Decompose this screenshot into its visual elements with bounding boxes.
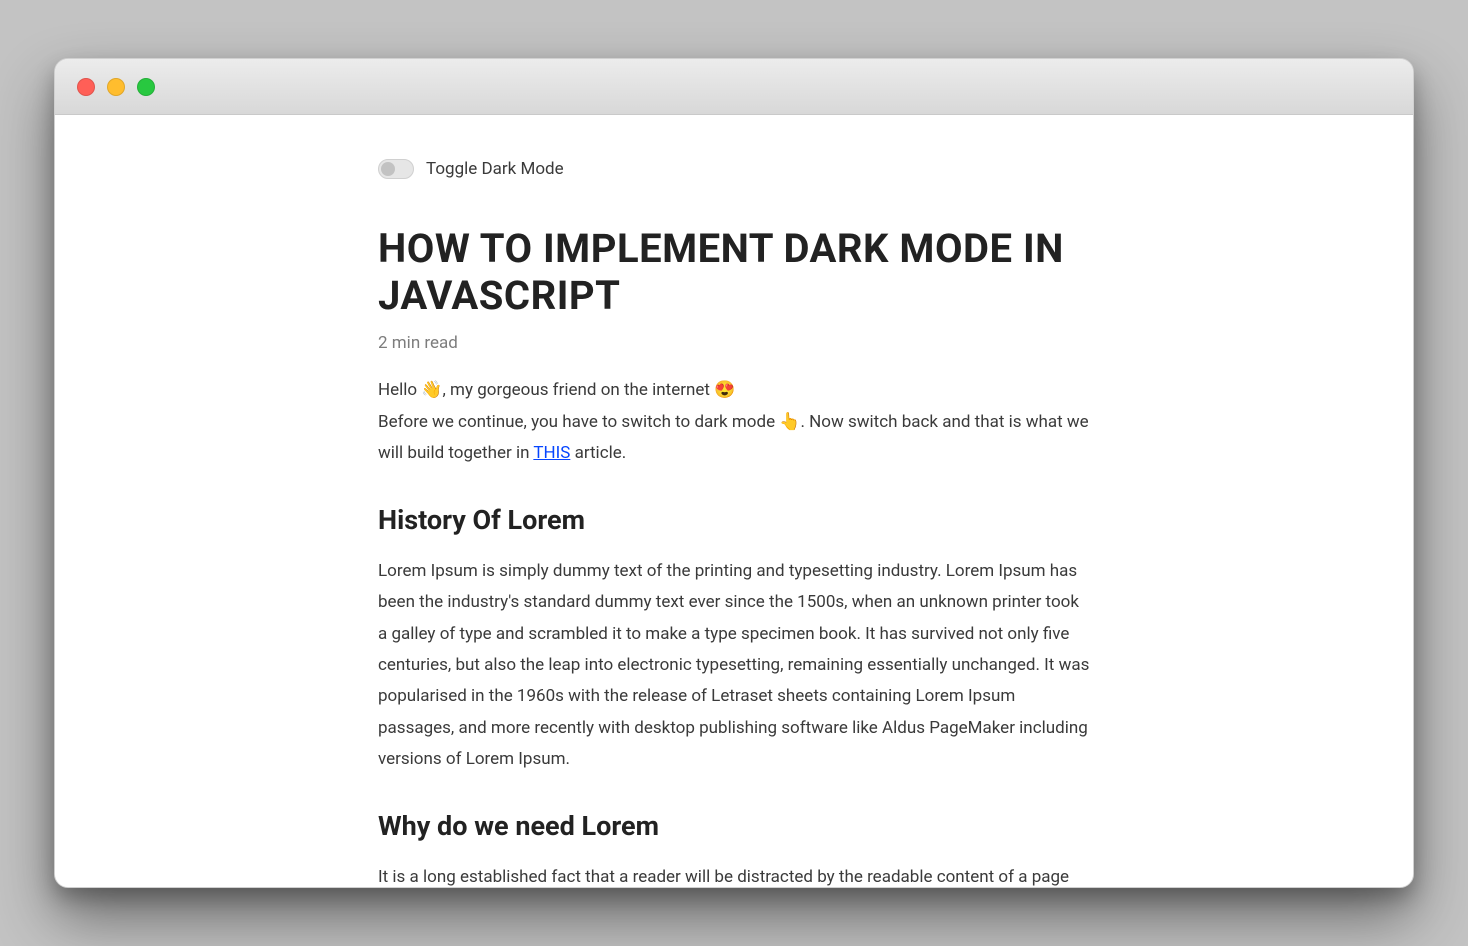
browser-window: Toggle Dark Mode HOW TO IMPLEMENT DARK M… — [54, 58, 1414, 888]
content-viewport[interactable]: Toggle Dark Mode HOW TO IMPLEMENT DARK M… — [55, 115, 1413, 887]
dark-mode-toggle-row: Toggle Dark Mode — [378, 159, 1090, 179]
article-title: HOW TO IMPLEMENT DARK MODE IN JAVASCRIPT — [378, 225, 1090, 319]
section-heading-1: Why do we need Lorem — [378, 810, 1090, 842]
dark-mode-switch[interactable] — [378, 159, 414, 179]
intro-link[interactable]: THIS — [533, 443, 570, 463]
intro-line-1: Hello 👋, my gorgeous friend on the inter… — [378, 380, 735, 400]
intro-line-2b: article. — [570, 443, 626, 463]
article-intro: Hello 👋, my gorgeous friend on the inter… — [378, 375, 1090, 469]
section-body-1: It is a long established fact that a rea… — [378, 862, 1090, 887]
titlebar — [55, 59, 1413, 115]
section-heading-0: History Of Lorem — [378, 504, 1090, 536]
window-close-button[interactable] — [77, 78, 95, 96]
window-minimize-button[interactable] — [107, 78, 125, 96]
intro-line-2a: Before we continue, you have to switch t… — [378, 412, 1089, 463]
read-time: 2 min read — [378, 333, 1090, 353]
article-page: Toggle Dark Mode HOW TO IMPLEMENT DARK M… — [354, 115, 1114, 887]
window-maximize-button[interactable] — [137, 78, 155, 96]
switch-knob — [381, 162, 395, 176]
section-body-0: Lorem Ipsum is simply dummy text of the … — [378, 556, 1090, 776]
dark-mode-toggle-label: Toggle Dark Mode — [426, 159, 564, 179]
